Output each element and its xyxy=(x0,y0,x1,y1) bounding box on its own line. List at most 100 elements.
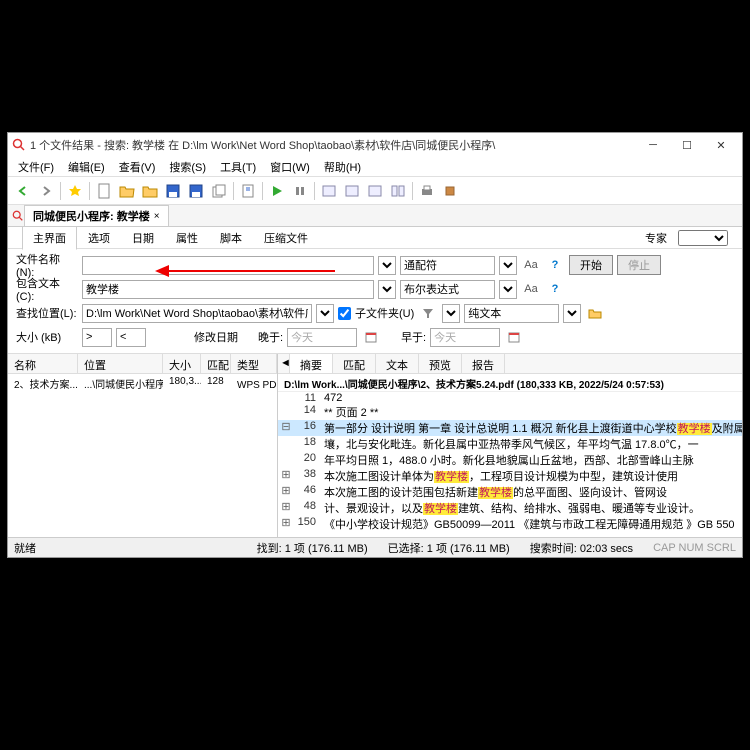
stop-button[interactable]: 停止 xyxy=(617,255,661,275)
boolean-select[interactable] xyxy=(400,280,495,299)
date-before-input[interactable] xyxy=(430,328,500,347)
contains-label: 包含文本(C): xyxy=(16,275,78,303)
new-doc-button[interactable] xyxy=(93,180,115,202)
tab-label: 同城便民小程序: 教学楼 xyxy=(33,208,150,224)
print-button[interactable] xyxy=(416,180,438,202)
save-button[interactable] xyxy=(162,180,184,202)
copy-button[interactable] xyxy=(208,180,230,202)
subtab-options[interactable]: 选项 xyxy=(77,226,121,250)
menu-window[interactable]: 窗口(W) xyxy=(264,157,316,176)
list-header: 名称 位置 大小 匹配 类型 xyxy=(8,354,277,374)
text-line[interactable]: ⊞38本次施工图设计单体为教学楼，工程项目设计规模为中型，建筑设计使用 xyxy=(278,468,742,484)
preview-pane: ◄ 摘要 匹配 文本 预览 报告 D:\lm Work...\同城便民小程序\2… xyxy=(278,354,742,537)
tab-report[interactable]: 报告 xyxy=(462,354,505,373)
col-location[interactable]: 位置 xyxy=(78,354,163,373)
text-line[interactable]: 18壤，北与安化毗连。新化县属中亚热带季风气候区，年平均气温 17.8.0℃，一 xyxy=(278,436,742,452)
contains-history[interactable] xyxy=(378,280,396,299)
status-time: 搜索时间: 02:03 secs xyxy=(530,540,633,556)
subtab-main[interactable]: 主界面 xyxy=(22,226,77,250)
cell-name: 2、技术方案... xyxy=(8,375,78,391)
col-match[interactable]: 匹配 xyxy=(201,354,231,373)
browse-icon[interactable] xyxy=(585,304,605,323)
start-button[interactable]: 开始 xyxy=(569,255,613,275)
col-name[interactable]: 名称 xyxy=(8,354,78,373)
subtab-script[interactable]: 脚本 xyxy=(209,226,253,250)
view2-button[interactable] xyxy=(341,180,363,202)
menubar: 文件(F) 编辑(E) 查看(V) 搜索(S) 工具(T) 窗口(W) 帮助(H… xyxy=(8,157,742,177)
close-button[interactable]: ✕ xyxy=(704,133,738,157)
calendar-icon-2[interactable] xyxy=(504,328,524,347)
text-line[interactable]: ⊞48计、景观设计，以及教学楼建筑、结构、给排水、强弱电、暖通等专业设计。 xyxy=(278,500,742,516)
text-line[interactable]: 14** 页面 2 ** xyxy=(278,404,742,420)
cell-size: 180,3... xyxy=(163,375,201,391)
save-as-button[interactable] xyxy=(185,180,207,202)
subtab-date[interactable]: 日期 xyxy=(121,226,165,250)
menu-edit[interactable]: 编辑(E) xyxy=(62,157,111,176)
text-line[interactable]: ⊞46本次施工图的设计范围包括新建教学楼的总平面图、竖向设计、管网设 xyxy=(278,484,742,500)
col-type[interactable]: 类型 xyxy=(231,354,277,373)
view3-button[interactable] xyxy=(364,180,386,202)
open-button[interactable] xyxy=(116,180,138,202)
forward-button[interactable] xyxy=(35,180,57,202)
plaintext-dropdown[interactable] xyxy=(563,304,581,323)
result-row[interactable]: 2、技术方案... ...\同城便民小程序\ 180,3... 128 WPS … xyxy=(8,374,277,392)
help-icon[interactable]: ? xyxy=(545,256,565,275)
plaintext-select[interactable] xyxy=(464,304,559,323)
maximize-button[interactable]: ☐ xyxy=(670,133,704,157)
subtab-attrs[interactable]: 属性 xyxy=(165,226,209,250)
menu-file[interactable]: 文件(F) xyxy=(12,157,60,176)
case-toggle[interactable]: Aa xyxy=(521,256,541,275)
location-label: 查找位置(L): xyxy=(16,305,78,321)
case-toggle-2[interactable]: Aa xyxy=(521,280,541,299)
text-view[interactable]: 1147214** 页面 2 **⊟16第一部分 设计说明 第一章 设计总说明 … xyxy=(278,392,742,537)
tools-button[interactable] xyxy=(439,180,461,202)
pause-button[interactable] xyxy=(289,180,311,202)
size-lt-input[interactable] xyxy=(116,328,146,347)
status-caps: CAP NUM SCRL xyxy=(653,542,736,554)
wildcard-dropdown[interactable] xyxy=(499,256,517,275)
text-line[interactable]: ⊟16第一部分 设计说明 第一章 设计总说明 1.1 概况 新化县上渡街道中心学… xyxy=(278,420,742,436)
play-button[interactable] xyxy=(266,180,288,202)
text-line[interactable]: ⊞150 《中小学校设计规范》GB50099—2011 《建筑与市政工程无障碍通… xyxy=(278,516,742,532)
minimize-button[interactable]: ─ xyxy=(636,133,670,157)
tab-matches[interactable]: 匹配 xyxy=(333,354,376,373)
col-size[interactable]: 大小 xyxy=(163,354,201,373)
text-line[interactable]: 11472 xyxy=(278,392,742,404)
filename-history[interactable] xyxy=(378,256,396,275)
wildcard-select[interactable] xyxy=(400,256,495,275)
location-history[interactable] xyxy=(316,304,334,323)
tab-preview[interactable]: 预览 xyxy=(419,354,462,373)
tab-close-icon[interactable]: × xyxy=(154,211,160,222)
help-icon-2[interactable]: ? xyxy=(545,280,565,299)
favorite-button[interactable] xyxy=(64,180,86,202)
date-after-input[interactable] xyxy=(287,328,357,347)
status-found: 找到: 1 项 (176.11 MB) xyxy=(257,540,368,556)
tab-summary[interactable]: 摘要 xyxy=(290,354,333,373)
folder-button[interactable] xyxy=(139,180,161,202)
prev-tab-icon[interactable]: ◄ xyxy=(278,354,290,373)
tab-text[interactable]: 文本 xyxy=(376,354,419,373)
expert-dropdown[interactable] xyxy=(678,230,728,246)
filter-icon[interactable] xyxy=(418,304,438,323)
subfolders-checkbox[interactable] xyxy=(338,307,351,320)
filter-dropdown[interactable] xyxy=(442,304,460,323)
calendar-icon-1[interactable] xyxy=(361,328,381,347)
contains-input[interactable] xyxy=(82,280,374,299)
boolean-dropdown[interactable] xyxy=(499,280,517,299)
menu-help[interactable]: 帮助(H) xyxy=(318,157,367,176)
size-label: 大小 (kB) xyxy=(16,329,78,345)
menu-search[interactable]: 搜索(S) xyxy=(163,157,212,176)
filename-input[interactable] xyxy=(82,256,374,275)
statusbar: 就绪 找到: 1 项 (176.11 MB) 已选择: 1 项 (176.11 … xyxy=(8,537,742,557)
view4-button[interactable] xyxy=(387,180,409,202)
back-button[interactable] xyxy=(12,180,34,202)
view1-button[interactable] xyxy=(318,180,340,202)
menu-tools[interactable]: 工具(T) xyxy=(214,157,262,176)
text-line[interactable]: 20年平均日照 1，488.0 小时。新化县地貌属山丘盆地，西部、北部雪峰山主脉 xyxy=(278,452,742,468)
size-gt-input[interactable] xyxy=(82,328,112,347)
search-tab[interactable]: 同城便民小程序: 教学楼 × xyxy=(24,205,169,226)
menu-view[interactable]: 查看(V) xyxy=(113,157,162,176)
refresh-button[interactable] xyxy=(237,180,259,202)
subtab-zip[interactable]: 压缩文件 xyxy=(253,226,319,250)
location-input[interactable] xyxy=(82,304,312,323)
